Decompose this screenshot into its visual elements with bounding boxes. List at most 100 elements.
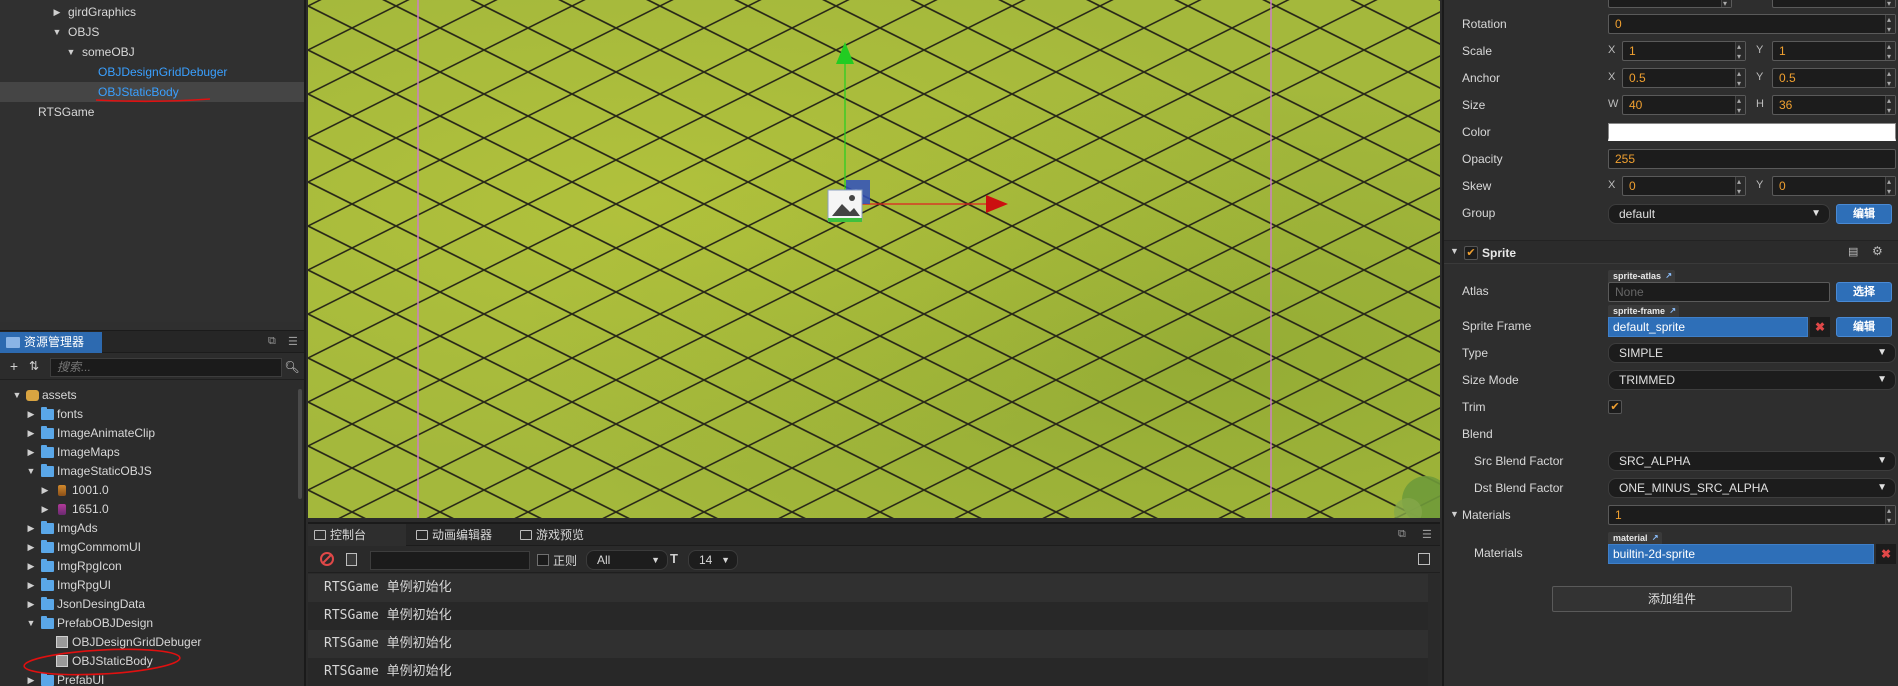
log-line[interactable]: RTSGame 单例初始化 <box>308 658 1428 686</box>
type-select[interactable]: SIMPLE ▼ <box>1608 343 1896 363</box>
console-filter-input[interactable] <box>370 551 530 570</box>
anchor-y-field[interactable]: 0.5 <box>1772 65 1896 93</box>
search-icon[interactable]: 🔍︎ <box>283 358 301 377</box>
menu-icon[interactable]: ☰ <box>288 335 298 348</box>
chevron-right-icon[interactable]: ▶ <box>26 519 36 538</box>
help-book-icon[interactable]: ▤ <box>1848 245 1858 258</box>
clear-x-icon[interactable]: ✖ <box>1876 544 1896 564</box>
open-log-file-icon[interactable] <box>346 553 357 566</box>
chevron-right-icon[interactable]: ▶ <box>26 557 36 576</box>
skew-x-field[interactable]: 0 <box>1622 173 1746 201</box>
log-line[interactable]: RTSGame 单例初始化 <box>308 630 1428 658</box>
folder-icon <box>41 559 54 572</box>
asset-item-imgrpgicon[interactable]: ▶ ImgRpgIcon <box>0 557 300 576</box>
asset-item-imagestaticobjs[interactable]: ▼ ImageStaticOBJS <box>0 462 300 481</box>
gear-icon[interactable]: ⚙ <box>1872 244 1883 258</box>
sprite-frame-edit-button[interactable]: 编辑 <box>1836 317 1892 337</box>
size-mode-select[interactable]: TRIMMED ▼ <box>1608 370 1896 390</box>
position-x-field[interactable] <box>1608 0 1732 13</box>
asset-item-1651[interactable]: ▶ 1651.0 <box>0 500 300 519</box>
chevron-down-icon[interactable]: ▼ <box>26 614 36 633</box>
atlas-field[interactable]: None <box>1608 282 1830 302</box>
add-icon[interactable]: + <box>6 358 22 374</box>
chevron-down-icon[interactable]: ▼ <box>1450 509 1459 519</box>
skew-y-field[interactable]: 0 <box>1772 173 1896 201</box>
asset-item-jsondesingdata[interactable]: ▶ JsonDesingData <box>0 595 300 614</box>
log-level-select[interactable]: All ▼ <box>586 550 668 570</box>
scale-y-value: 1 <box>1779 44 1786 58</box>
chevron-down-icon[interactable]: ▼ <box>26 462 36 481</box>
sprite-component-header[interactable]: ▼ ✔ Sprite ▤ ⚙ <box>1444 240 1898 264</box>
materials-count-field[interactable]: 1 <box>1608 502 1896 530</box>
tree-node-someobj[interactable]: ▼ someOBJ <box>0 42 304 62</box>
atlas-select-button[interactable]: 选择 <box>1836 282 1892 302</box>
tab-console[interactable]: 控制台 <box>308 524 406 546</box>
scale-x-field[interactable]: 1 <box>1622 38 1746 66</box>
color-swatch[interactable] <box>1608 123 1896 141</box>
font-size-value: 14 <box>699 553 713 567</box>
menu-icon[interactable]: ☰ <box>1422 528 1432 541</box>
src-blend-select[interactable]: SRC_ALPHA ▼ <box>1608 451 1896 471</box>
sprite-enabled-checkbox[interactable]: ✔ <box>1464 246 1478 260</box>
asset-item-prefabobjdesign[interactable]: ▼ PrefabOBJDesign <box>0 614 300 633</box>
chevron-right-icon[interactable]: ▶ <box>26 595 36 614</box>
asset-item-imgads[interactable]: ▶ ImgAds <box>0 519 300 538</box>
regex-checkbox[interactable] <box>537 554 549 566</box>
anchor-x-field[interactable]: 0.5 <box>1622 65 1746 93</box>
chevron-right-icon[interactable]: ▶ <box>40 481 50 500</box>
type-label: Type <box>1462 346 1489 360</box>
chevron-right-icon[interactable]: ▶ <box>40 500 50 519</box>
size-w-field[interactable]: 40 <box>1622 92 1746 120</box>
tree-node-objdesigngriddebuger[interactable]: OBJDesignGridDebuger <box>0 62 304 82</box>
log-line[interactable]: RTSGame 单例初始化 <box>308 602 1428 630</box>
size-mode-label: Size Mode <box>1462 373 1519 387</box>
chevron-down-icon[interactable]: ▼ <box>66 42 76 62</box>
sort-icon[interactable]: ⇅ <box>26 358 42 374</box>
sprite-frame-field[interactable]: default_sprite <box>1608 317 1808 337</box>
prop-sprite-frame: Sprite Frame sprite-frame default_sprite… <box>1444 305 1898 339</box>
chevron-down-icon[interactable]: ▼ <box>1450 246 1459 256</box>
group-select[interactable]: default ▼ <box>1608 204 1830 224</box>
popout-icon[interactable]: ⧉ <box>268 335 276 348</box>
clear-x-icon[interactable]: ✖ <box>1810 317 1830 337</box>
chevron-right-icon[interactable]: ▶ <box>26 424 36 443</box>
opacity-field[interactable]: 255 <box>1608 149 1896 169</box>
asset-search-input[interactable]: 搜索... <box>50 358 282 377</box>
asset-item-assets[interactable]: ▼ assets <box>0 386 300 405</box>
chevron-right-icon[interactable]: ▶ <box>26 405 36 424</box>
dst-blend-select[interactable]: ONE_MINUS_SRC_ALPHA ▼ <box>1608 478 1896 498</box>
chevron-right-icon[interactable]: ▶ <box>26 538 36 557</box>
chevron-down-icon[interactable]: ▼ <box>12 386 22 405</box>
size-h-field[interactable]: 36 <box>1772 92 1896 120</box>
trim-checkbox[interactable]: ✔ <box>1608 400 1622 414</box>
tab-assets[interactable]: 资源管理器 <box>0 332 102 353</box>
asset-item-imgcommomui[interactable]: ▶ ImgCommomUI <box>0 538 300 557</box>
tree-node-girdgraphics[interactable]: ▶ girdGraphics <box>0 2 304 22</box>
tree-node-rtsgame[interactable]: RTSGame <box>0 102 304 122</box>
clear-console-icon[interactable] <box>320 552 334 566</box>
position-y-field[interactable] <box>1772 0 1896 13</box>
chevron-right-icon[interactable]: ▶ <box>52 2 62 22</box>
add-component-button[interactable]: 添加组件 <box>1552 586 1792 612</box>
rotation-field[interactable]: 0 <box>1608 11 1896 39</box>
popout-icon[interactable]: ⧉ <box>1398 528 1406 541</box>
asset-item-fonts[interactable]: ▶ fonts <box>0 405 300 424</box>
font-size-select[interactable]: 14 ▼ <box>688 550 738 570</box>
log-line[interactable]: RTSGame 单例初始化 <box>308 574 1428 602</box>
scale-y-field[interactable]: 1 <box>1772 38 1896 66</box>
collapse-icon[interactable] <box>1418 553 1430 565</box>
asset-item-imagemaps[interactable]: ▶ ImageMaps <box>0 443 300 462</box>
chevron-down-icon[interactable]: ▼ <box>52 22 62 42</box>
asset-item-imgrpgui[interactable]: ▶ ImgRpgUI <box>0 576 300 595</box>
tab-animation-editor[interactable]: 动画编辑器 <box>410 524 510 546</box>
asset-item-imageanimateclip[interactable]: ▶ ImageAnimateClip <box>0 424 300 443</box>
tree-node-objs[interactable]: ▼ OBJS <box>0 22 304 42</box>
asset-item-1001[interactable]: ▶ 1001.0 <box>0 481 300 500</box>
group-edit-button[interactable]: 编辑 <box>1836 204 1892 224</box>
material-field[interactable]: builtin-2d-sprite <box>1608 544 1874 564</box>
chevron-right-icon[interactable]: ▶ <box>26 576 36 595</box>
assets-scrollbar[interactable] <box>298 389 302 499</box>
chevron-right-icon[interactable]: ▶ <box>26 443 36 462</box>
scene-viewport[interactable] <box>308 0 1440 518</box>
tab-game-preview[interactable]: 游戏预览 <box>514 524 604 546</box>
